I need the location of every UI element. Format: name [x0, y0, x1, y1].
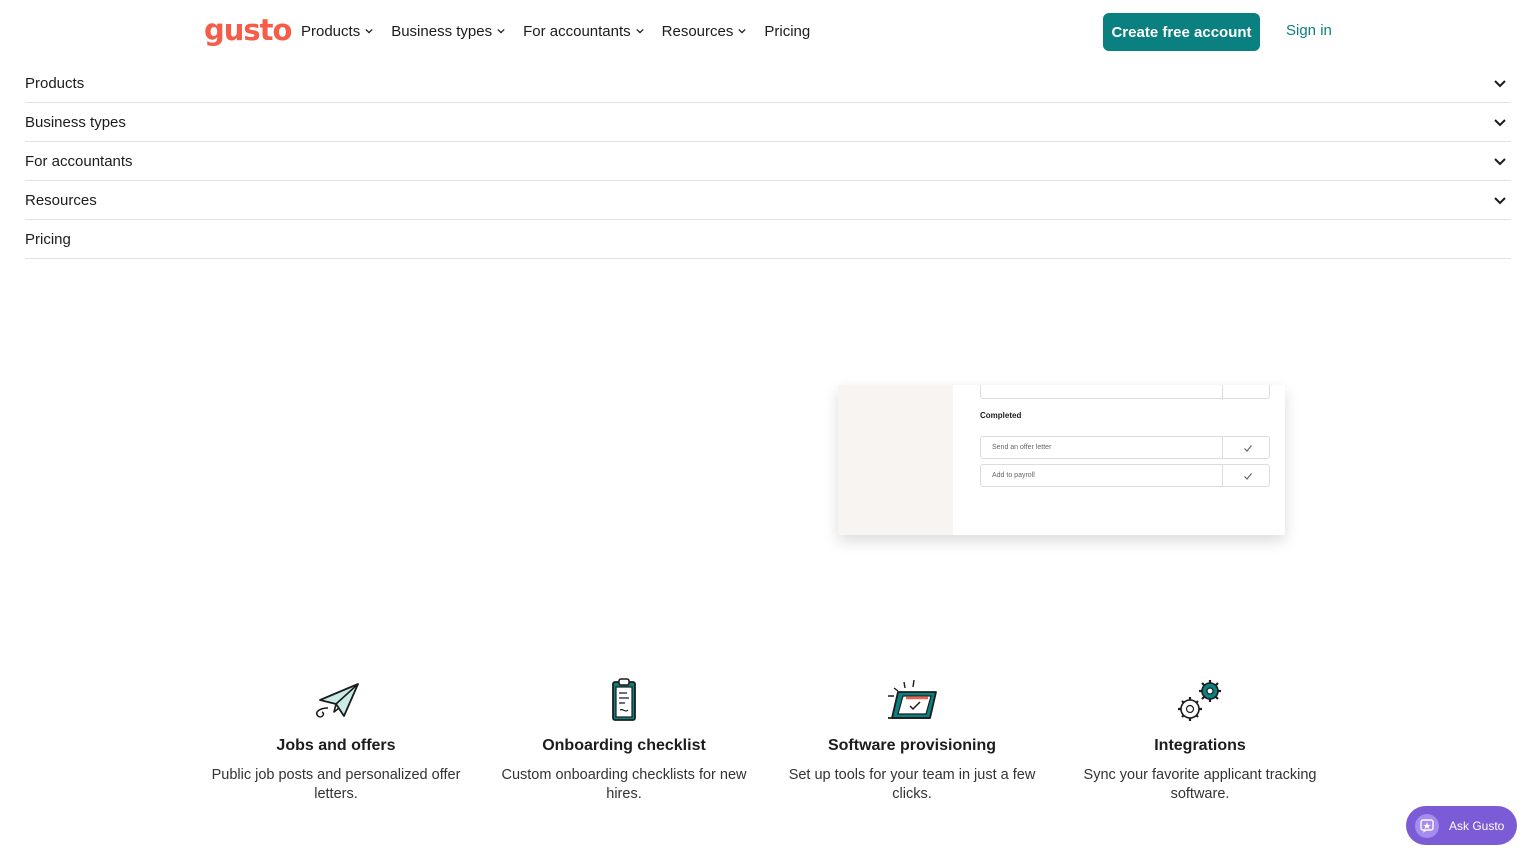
feature-title: Integrations: [1154, 737, 1246, 754]
mockup-completed-heading: Completed: [980, 411, 1022, 420]
chevron-down-icon: [636, 28, 644, 34]
chevron-down-icon: [1494, 80, 1506, 88]
gears-icon: [1178, 680, 1221, 721]
chevron-down-icon: [497, 28, 505, 34]
accordion-label: Pricing: [25, 230, 71, 248]
nav-products[interactable]: Products: [301, 20, 373, 42]
feature-description: Sync your favorite applicant tracking so…: [1083, 767, 1317, 802]
nav-products-label: Products: [301, 22, 361, 40]
accordion-label: For accountants: [25, 152, 133, 170]
ask-gusto-button[interactable]: Ask Gusto: [1406, 806, 1517, 845]
accordion-resources[interactable]: Resources: [25, 181, 1511, 220]
accordion-label: Resources: [25, 191, 97, 209]
nav-business-types-label: Business types: [391, 22, 493, 40]
mockup-task-row: Send an offer letter: [980, 436, 1270, 459]
paper-plane-icon: [316, 683, 359, 718]
create-free-account-button[interactable]: Create free account: [1103, 13, 1260, 51]
chevron-down-icon: [1494, 197, 1506, 205]
chevron-down-icon: [1494, 158, 1506, 166]
feature-software-provisioning: Software provisioning Set up tools for y…: [768, 678, 1056, 804]
mockup-task-row: Add to payroll: [980, 464, 1270, 487]
feature-title: Software provisioning: [827, 737, 996, 754]
features-row: Jobs and offers Public job posts and per…: [192, 678, 1344, 804]
nav-resources-label: Resources: [661, 22, 734, 40]
mockup-task-row: [980, 385, 1270, 400]
nav-for-accountants-label: For accountants: [523, 22, 631, 40]
accordion-pricing[interactable]: Pricing: [25, 220, 1511, 259]
sign-in-link[interactable]: Sign in: [1286, 22, 1332, 39]
check-icon: [1244, 445, 1252, 452]
nav-business-types[interactable]: Business types: [391, 20, 505, 42]
accordion-products[interactable]: Products: [25, 64, 1511, 103]
feature-jobs-and-offers: Jobs and offers Public job posts and per…: [192, 678, 480, 804]
accordion-label: Business types: [25, 113, 126, 131]
nav-pricing[interactable]: Pricing: [764, 20, 810, 42]
main-nav: Products Business types For accountants …: [301, 20, 828, 42]
feature-title: Jobs and offers: [276, 737, 396, 754]
chat-sparkle-icon: [1415, 813, 1439, 838]
nav-pricing-label: Pricing: [764, 22, 811, 40]
site-header: gusto Products Business types For accoun…: [0, 0, 1536, 64]
nav-resources[interactable]: Resources: [662, 20, 747, 42]
check-icon: [1244, 473, 1252, 480]
nav-for-accountants[interactable]: For accountants: [523, 20, 644, 42]
feature-description: Set up tools for your team in just a few…: [788, 767, 1036, 802]
ask-gusto-label: Ask Gusto: [1449, 818, 1505, 833]
mobile-menu-accordion: Products Business types For accountants …: [25, 64, 1511, 259]
accordion-business-types[interactable]: Business types: [25, 103, 1511, 142]
chevron-down-icon: [365, 28, 373, 34]
chevron-down-icon: [738, 28, 746, 34]
feature-integrations: Integrations Sync your favorite applican…: [1056, 678, 1344, 804]
mockup-task-label: Add to payroll: [992, 472, 1035, 479]
laptop-icon: [888, 679, 937, 719]
clipboard-icon: [612, 678, 636, 721]
onboarding-mockup-card: Completed Send an offer letter Add to pa…: [838, 385, 1285, 535]
gusto-logo[interactable]: gusto: [204, 12, 292, 48]
accordion-for-accountants[interactable]: For accountants: [25, 142, 1511, 181]
feature-description: Public job posts and personalized offer …: [211, 767, 461, 802]
feature-description: Custom onboarding checklists for new hir…: [501, 767, 747, 802]
mockup-sidebar: [838, 385, 953, 535]
accordion-label: Products: [25, 74, 85, 92]
feature-title: Onboarding checklist: [542, 737, 706, 754]
chevron-down-icon: [1494, 119, 1506, 127]
mockup-task-label: Send an offer letter: [992, 444, 1052, 451]
feature-onboarding-checklist: Onboarding checklist Custom onboarding c…: [480, 678, 768, 804]
